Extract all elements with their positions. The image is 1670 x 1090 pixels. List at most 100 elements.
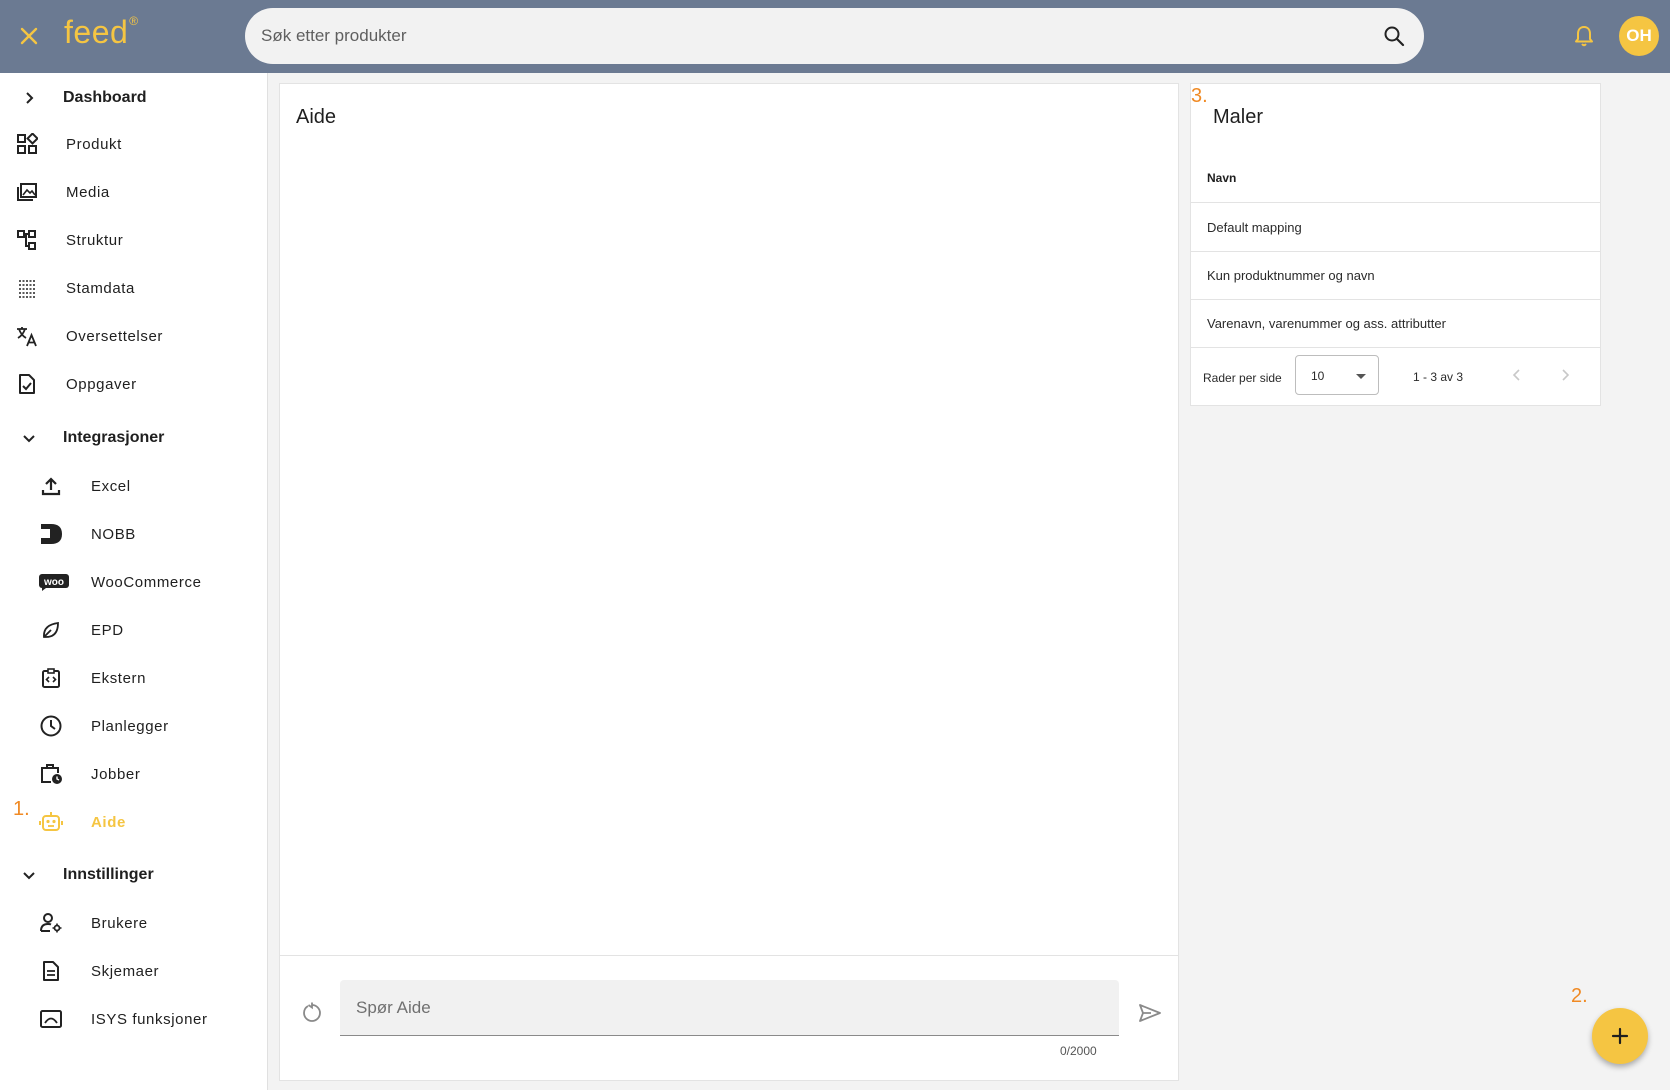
sidebar-item-label: Dashboard xyxy=(63,89,147,106)
sidebar-item-isys-funksjoner[interactable]: ISYS funksjoner xyxy=(0,999,267,1039)
sidebar-item-jobber[interactable]: Jobber xyxy=(0,754,267,794)
sidebar-item-label: Excel xyxy=(91,477,131,495)
plus-icon xyxy=(1611,1027,1629,1045)
sidebar-item-aide[interactable]: Aide xyxy=(0,802,267,842)
table-row[interactable]: Varenavn, varenummer og ass. attributter xyxy=(1191,300,1600,348)
template-name: Kun produktnummer og navn xyxy=(1207,268,1375,283)
template-name: Varenavn, varenummer og ass. attributter xyxy=(1207,316,1446,331)
sidebar-item-label: Media xyxy=(66,183,110,201)
top-bar: feed® OH xyxy=(0,0,1670,73)
sidebar-item-produkt[interactable]: Produkt xyxy=(0,124,267,164)
sidebar-item-woocommerce[interactable]: woo WooCommerce xyxy=(0,562,267,602)
ask-aide-input[interactable] xyxy=(356,980,1096,1036)
sidebar-item-label: Planlegger xyxy=(91,717,169,735)
sidebar-item-label: Ekstern xyxy=(91,669,147,687)
sidebar-item-brukere[interactable]: Brukere xyxy=(0,903,267,943)
code-clipboard-icon xyxy=(38,665,64,691)
sidebar-item-label: Oppgaver xyxy=(66,375,137,393)
chevron-right-icon xyxy=(16,85,42,111)
table-row[interactable]: Kun produktnummer og navn xyxy=(1191,252,1600,300)
rows-per-page-select[interactable]: 10 xyxy=(1295,355,1379,395)
reset-icon[interactable] xyxy=(300,1001,324,1025)
templates-title: Maler xyxy=(1213,106,1264,128)
sidebar-item-label: NOBB xyxy=(91,525,136,543)
feed-logo[interactable]: feed® xyxy=(64,14,139,51)
chat-input-area: 0/2000 xyxy=(280,955,1178,1081)
sidebar-item-label: WooCommerce xyxy=(91,573,202,591)
chevron-left-icon[interactable] xyxy=(1509,367,1525,383)
page-range: 1 - 3 av 3 xyxy=(1413,370,1464,384)
sidebar-item-struktur[interactable]: Struktur xyxy=(0,220,267,260)
user-gear-icon xyxy=(38,910,64,936)
sidebar-group-innstillinger[interactable]: Innstillinger xyxy=(0,855,267,895)
chat-title: Aide xyxy=(296,106,337,128)
sidebar-item-oversettelser[interactable]: Oversettelser xyxy=(0,316,267,356)
caret-down-icon xyxy=(1356,374,1366,379)
search-icon[interactable] xyxy=(1382,24,1406,48)
briefcase-clock-icon xyxy=(38,761,64,787)
sidebar-item-label: Skjemaer xyxy=(91,962,160,980)
chevron-right-icon[interactable] xyxy=(1557,367,1573,383)
sidebar-item-skjemaer[interactable]: Skjemaer xyxy=(0,951,267,991)
search-input[interactable] xyxy=(261,8,1341,64)
sidebar-item-label: ISYS funksjoner xyxy=(91,1010,208,1028)
table-row[interactable]: Default mapping xyxy=(1191,204,1600,252)
chevron-down-icon xyxy=(16,425,42,451)
search-bar xyxy=(245,8,1424,64)
sidebar-item-nobb[interactable]: NOBB xyxy=(0,514,267,554)
add-button[interactable] xyxy=(1592,1008,1648,1064)
sidebar-item-planlegger[interactable]: Planlegger xyxy=(0,706,267,746)
image-library-icon xyxy=(14,179,40,205)
sidebar-item-label: Jobber xyxy=(91,765,141,783)
marker-two: 2. xyxy=(1571,985,1588,1007)
sidebar-item-stamdata[interactable]: Stamdata xyxy=(0,268,267,308)
template-name: Default mapping xyxy=(1207,220,1302,235)
chevron-down-icon xyxy=(16,862,42,888)
character-counter: 0/2000 xyxy=(1060,1044,1097,1058)
table-header: Navn xyxy=(1191,153,1600,203)
nobb-icon xyxy=(38,521,64,547)
aide-chat-panel: Aide 0/2000 xyxy=(279,83,1179,1081)
column-header-navn: Navn xyxy=(1207,171,1237,185)
marker-three: 3. xyxy=(1191,85,1208,107)
sidebar-item-ekstern[interactable]: Ekstern xyxy=(0,658,267,698)
logo-mark: ® xyxy=(129,14,139,29)
close-menu-button[interactable] xyxy=(14,21,44,51)
marker-one: 1. xyxy=(13,798,30,820)
bell-icon[interactable] xyxy=(1572,24,1596,48)
templates-panel: Maler Navn Default mapping Kun produktnu… xyxy=(1190,83,1601,406)
sidebar-item-oppgaver[interactable]: Oppgaver xyxy=(0,364,267,404)
sidebar-item-epd[interactable]: EPD xyxy=(0,610,267,650)
clock-icon xyxy=(38,713,64,739)
document-icon xyxy=(38,958,64,984)
rows-per-page-value: 10 xyxy=(1311,369,1325,383)
logo-text: feed xyxy=(64,14,129,50)
sidebar-item-label: Struktur xyxy=(66,231,124,249)
robot-icon xyxy=(38,809,64,835)
sidebar-item-media[interactable]: Media xyxy=(0,172,267,212)
window-icon xyxy=(38,1006,64,1032)
leaf-icon xyxy=(38,617,64,643)
grid-icon xyxy=(14,131,40,157)
avatar[interactable]: OH xyxy=(1619,16,1659,56)
sidebar-item-label: EPD xyxy=(91,621,124,639)
tree-icon xyxy=(14,227,40,253)
close-icon xyxy=(20,27,38,45)
sidebar-item-label: Oversettelser xyxy=(66,327,163,345)
sidebar-item-label: Brukere xyxy=(91,914,148,932)
sidebar-item-label: Aide xyxy=(91,813,126,831)
upload-icon xyxy=(38,473,64,499)
rows-per-page-label: Rader per side xyxy=(1203,371,1282,385)
list-icon xyxy=(14,275,40,301)
sidebar-item-label: Produkt xyxy=(66,135,122,153)
sidebar-group-integrasjoner[interactable]: Integrasjoner xyxy=(0,418,267,458)
sidebar-item-excel[interactable]: Excel xyxy=(0,466,267,506)
woo-icon: woo xyxy=(38,569,70,595)
send-icon[interactable] xyxy=(1137,1000,1163,1026)
ask-aide-field xyxy=(340,980,1119,1036)
sidebar-item-label: Stamdata xyxy=(66,279,136,297)
sidebar-item-label: Integrasjoner xyxy=(63,429,165,446)
translate-icon xyxy=(14,323,40,349)
sidebar-item-dashboard[interactable]: Dashboard xyxy=(0,78,267,118)
sidebar-item-label: Innstillinger xyxy=(63,866,154,883)
